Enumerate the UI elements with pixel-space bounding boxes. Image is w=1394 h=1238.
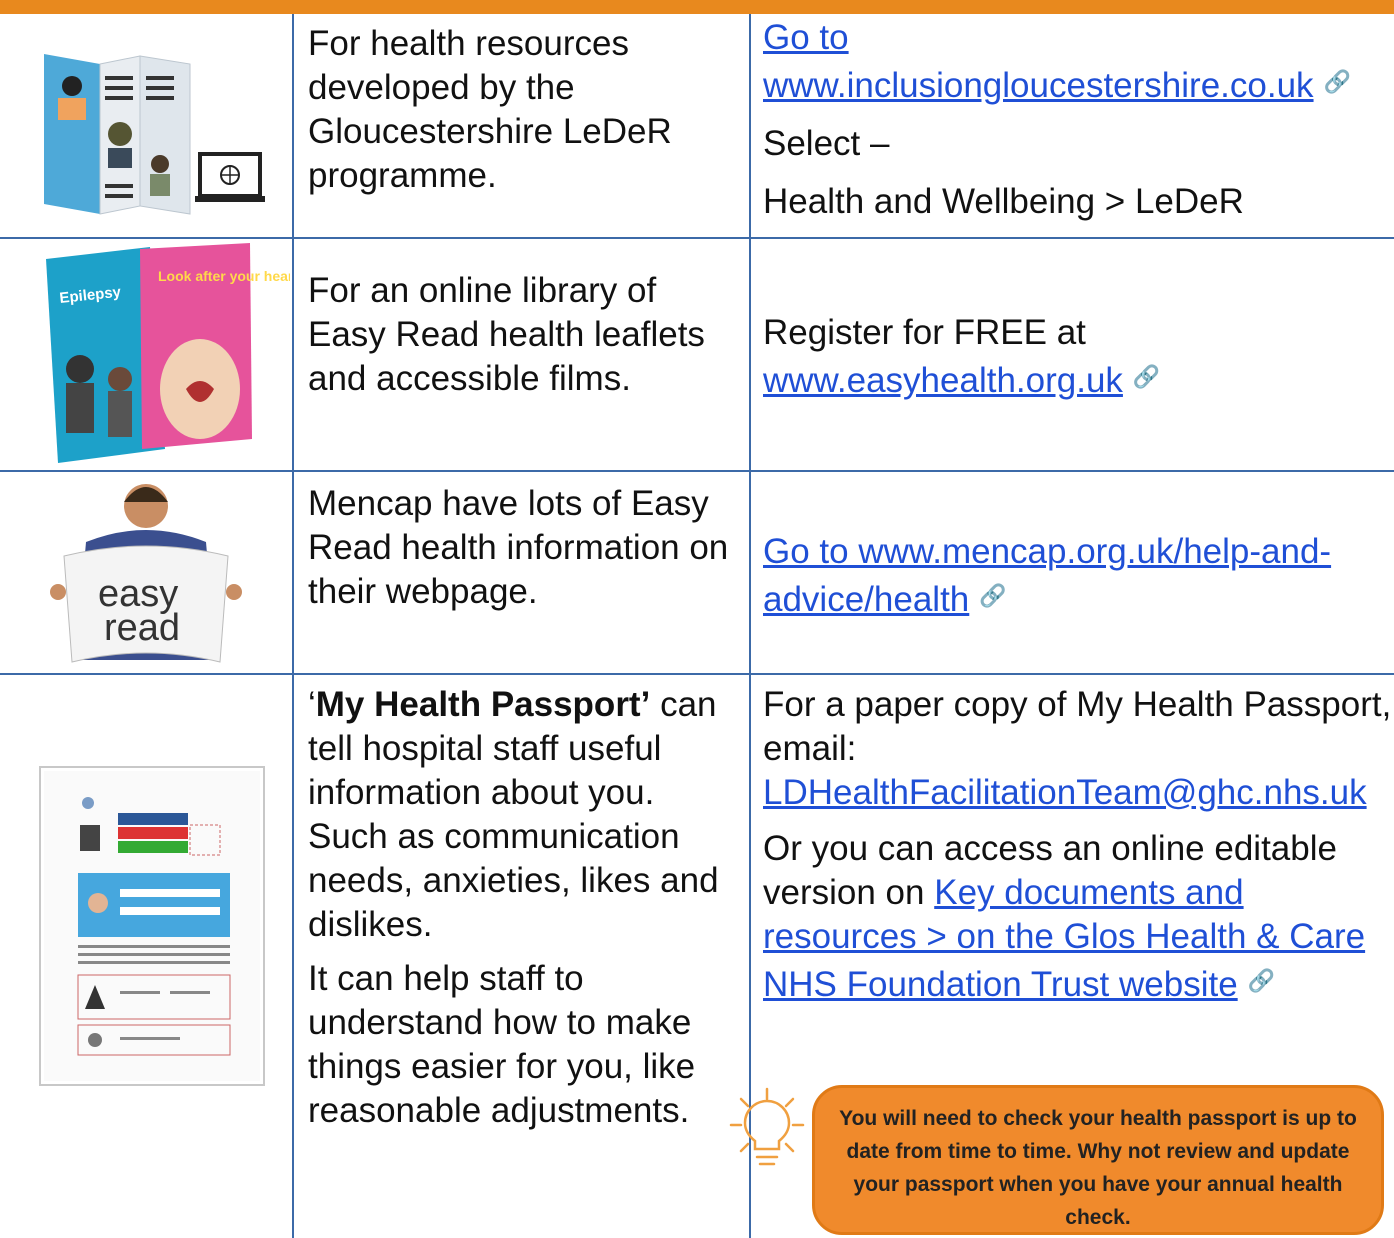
passport-description-2: It can help staff to understand how to m…: [308, 959, 696, 1130]
online-version-text: Or you can access an online editable ver…: [763, 829, 1366, 1004]
paper-copy-text: For a paper copy of My Health Passport, …: [763, 685, 1392, 768]
resources-table: For health resources developed by the Gl…: [0, 14, 1394, 1238]
tip-text: You will need to check your health passp…: [839, 1107, 1357, 1229]
table-row: For health resources developed by the Gl…: [0, 14, 1394, 239]
select-label: Select –: [763, 124, 890, 163]
link-icon: 🔗: [1247, 968, 1276, 993]
action-cell: Register for FREE at www.easyhealth.org.…: [749, 237, 1394, 472]
description-cell: For an online library of Easy Read healt…: [292, 237, 751, 472]
image-cell: [0, 673, 294, 1238]
action-cell: Go to www.inclusiongloucestershire.co.uk…: [749, 14, 1394, 239]
lightbulb-icon: [729, 1087, 805, 1166]
image-cell: [0, 14, 294, 239]
email-link[interactable]: LDHealthFacilitationTeam@ghc.nhs.uk: [763, 773, 1367, 812]
passport-description: ‘My Health Passport’ can tell hospital s…: [308, 685, 719, 944]
man-reading-easy-read-paper-illustration: easy read: [0, 472, 292, 673]
register-text: Register for FREE at: [763, 313, 1086, 352]
navigation-path: Health and Wellbeing > LeDeR: [763, 182, 1244, 221]
mencap-link[interactable]: Go to www.mencap.org.uk/help-and-advice/…: [763, 532, 1331, 619]
inclusion-gloucestershire-link[interactable]: Go to www.inclusiongloucestershire.co.uk: [763, 18, 1314, 105]
easy-read-leaflets-illustration: Epilepsy Look after your heart: [0, 239, 298, 470]
description-cell: Mencap have lots of Easy Read health inf…: [292, 470, 751, 675]
description-text: For an online library of Easy Read healt…: [308, 271, 705, 398]
link-icon: 🔗: [979, 583, 1007, 608]
leaflet-word-2: Look after your heart: [158, 268, 290, 284]
image-cell: easy read: [0, 470, 294, 675]
tip-callout: You will need to check your health passp…: [812, 1085, 1384, 1235]
description-cell: ‘My Health Passport’ can tell hospital s…: [292, 673, 751, 1238]
link-icon: 🔗: [1323, 69, 1351, 94]
header-bar: [0, 0, 1394, 14]
passport-title: My Health Passport’: [315, 685, 651, 724]
paper-text-read: read: [104, 607, 180, 649]
description-text: Mencap have lots of Easy Read health inf…: [308, 484, 729, 611]
action-cell: Go to www.mencap.org.uk/help-and-advice/…: [749, 470, 1394, 675]
description-text: For health resources developed by the Gl…: [308, 24, 672, 195]
health-passport-document-thumbnail: [0, 675, 292, 1238]
image-cell: Epilepsy Look after your heart: [0, 237, 298, 472]
leaflet-and-laptop-illustration: [0, 14, 292, 237]
description-cell: For health resources developed by the Gl…: [292, 14, 751, 239]
table-row: Epilepsy Look after your heart For an on…: [0, 237, 1394, 472]
link-icon: 🔗: [1132, 364, 1161, 389]
easyhealth-link[interactable]: www.easyhealth.org.uk: [763, 361, 1123, 400]
table-row: easy read Mencap have lots of Easy Read …: [0, 470, 1394, 675]
